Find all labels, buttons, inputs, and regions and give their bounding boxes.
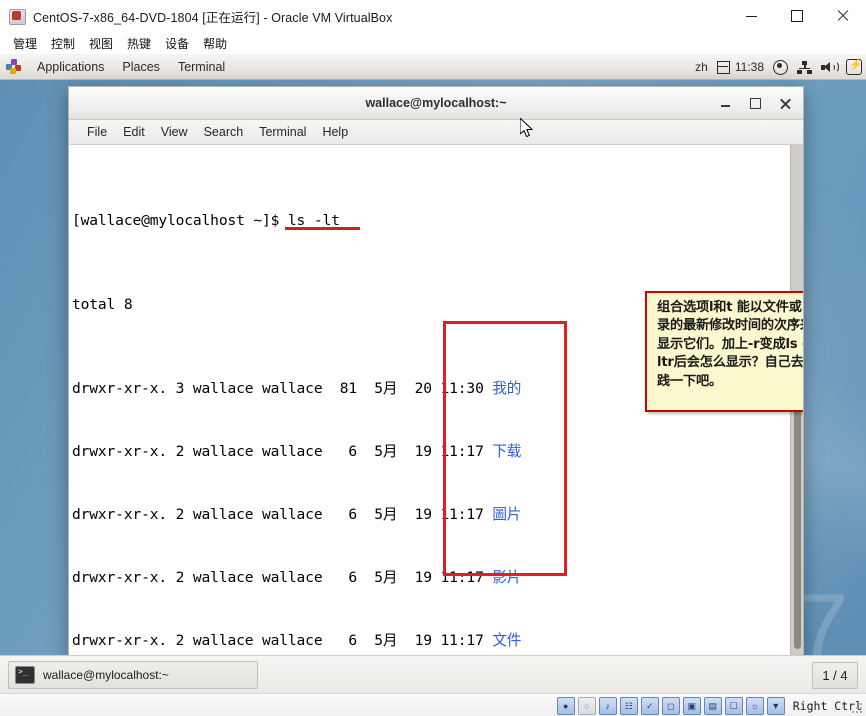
- remote-desktop-icon[interactable]: ▤: [703, 697, 722, 715]
- table-row: drwxr-xr-x. 2 wallace wallace 6 5月 19 11…: [72, 441, 803, 462]
- close-icon: [837, 10, 849, 22]
- annotation-callout-text: 组合选项l和t 能以文件或目录的最新修改时间的次序来显示它们。加上-r变成ls …: [657, 300, 803, 389]
- hard-disk-icon[interactable]: ●: [556, 697, 575, 715]
- clock-text: 11:38: [734, 60, 764, 74]
- row-filename: 我的: [492, 380, 522, 397]
- terminal-menu-terminal[interactable]: Terminal: [251, 123, 314, 141]
- window-resize-grip[interactable]: [852, 703, 864, 715]
- virtualbox-titlebar: CentOS-7-x86_64-DVD-1804 [正在运行] - Oracle…: [0, 0, 866, 33]
- keyboard-icon[interactable]: ▼: [766, 697, 785, 715]
- network-icon[interactable]: [797, 60, 812, 74]
- terminal-menu-search[interactable]: Search: [196, 123, 252, 141]
- row-filename: 圖片: [492, 506, 522, 523]
- gnome-top-panel: Applications Places Terminal zh 11:38: [0, 54, 866, 80]
- terminal-minimize-button[interactable]: [711, 91, 739, 115]
- terminal-window: wallace@mylocalhost:~ File Edit View Sea…: [68, 86, 804, 655]
- maximize-icon: [791, 10, 803, 22]
- row-filename: 影片: [492, 569, 522, 586]
- table-row: drwxr-xr-x. 2 wallace wallace 6 5月 19 11…: [72, 504, 803, 525]
- terminal-window-controls: [711, 87, 799, 119]
- table-row: drwxr-xr-x. 2 wallace wallace 6 5月 19 11…: [72, 567, 803, 588]
- usb-icon[interactable]: ✓: [640, 697, 659, 715]
- workspace-indicator[interactable]: 1 / 4: [812, 662, 858, 689]
- vbox-menu-hotkeys[interactable]: 热键: [120, 33, 158, 54]
- gnome-applications-icon: [6, 58, 22, 75]
- row-meta: drwxr-xr-x. 2 wallace wallace 6 5月 19 11…: [72, 443, 493, 460]
- shell-prompt: [wallace@mylocalhost ~]$: [72, 212, 288, 229]
- mouse-integration-icon[interactable]: ☼: [745, 697, 764, 715]
- row-filename: 文件: [492, 632, 522, 649]
- row-meta: drwxr-xr-x. 2 wallace wallace 6 5月 19 11…: [72, 506, 493, 523]
- screen-root: CentOS-7-x86_64-DVD-1804 [正在运行] - Oracle…: [0, 0, 866, 716]
- row-meta: drwxr-xr-x. 3 wallace wallace 81 5月 20 1…: [72, 380, 493, 397]
- vbox-menu-help[interactable]: 帮助: [196, 33, 234, 54]
- virtualbox-menubar: 管理 控制 视图 热键 设备 帮助: [0, 32, 866, 54]
- terminal-line-prompt-command: [wallace@mylocalhost ~]$ ls -lt: [72, 210, 803, 231]
- display-icon[interactable]: ▣: [682, 697, 701, 715]
- video-capture-icon[interactable]: ☐: [724, 697, 743, 715]
- vbox-minimize-button[interactable]: [728, 0, 774, 32]
- terminal-menubar: File Edit View Search Terminal Help: [69, 120, 803, 145]
- gnome-panel-left: Applications Places Terminal: [0, 57, 234, 77]
- taskbar-item-label: wallace@mylocalhost:~: [43, 667, 169, 682]
- terminal-menu-view[interactable]: View: [153, 123, 196, 141]
- virtualbox-status-icons: ● ○ ♪ ☷ ✓ ◻ ▣ ▤ ☐ ☼ ▼ Right Ctrl: [556, 697, 862, 715]
- gnome-menu-places[interactable]: Places: [113, 57, 169, 77]
- vbox-menu-manage[interactable]: 管理: [6, 33, 44, 54]
- terminal-output-area[interactable]: [wallace@mylocalhost ~]$ ls -lt total 8 …: [69, 145, 803, 655]
- virtualbox-app-icon: [8, 7, 26, 25]
- close-icon: [780, 98, 791, 109]
- guest-screen: 7 TOS Applications Places Terminal zh 11…: [0, 54, 866, 655]
- gnome-panel-right: zh 11:38: [695, 54, 863, 80]
- gnome-menu-applications[interactable]: Applications: [28, 57, 113, 77]
- terminal-menu-file[interactable]: File: [79, 123, 115, 141]
- vbox-menu-devices[interactable]: 设备: [158, 33, 196, 54]
- shared-folder-icon[interactable]: ◻: [661, 697, 680, 715]
- optical-disk-icon[interactable]: ○: [577, 697, 596, 715]
- gnome-menu-terminal[interactable]: Terminal: [169, 57, 234, 77]
- network-icon[interactable]: ☷: [619, 697, 638, 715]
- terminal-scrollbar-thumb[interactable]: [794, 392, 801, 649]
- terminal-icon: [15, 665, 35, 684]
- input-method-indicator[interactable]: zh: [695, 60, 708, 74]
- accessibility-icon[interactable]: [773, 59, 788, 75]
- ls-lt-underline: [285, 227, 360, 230]
- row-meta: drwxr-xr-x. 2 wallace wallace 6 5月 19 11…: [72, 632, 493, 649]
- taskbar-item-terminal[interactable]: wallace@mylocalhost:~: [8, 660, 258, 689]
- gnome-bottom-panel: wallace@mylocalhost:~ 1 / 4: [0, 655, 866, 693]
- table-row: drwxr-xr-x. 2 wallace wallace 6 5月 19 11…: [72, 630, 803, 651]
- terminal-menu-edit[interactable]: Edit: [115, 123, 153, 141]
- row-filename: 下载: [492, 443, 522, 460]
- vbox-menu-control[interactable]: 控制: [44, 33, 82, 54]
- annotation-callout: 组合选项l和t 能以文件或目录的最新修改时间的次序来显示它们。加上-r变成ls …: [645, 291, 803, 412]
- terminal-title: wallace@mylocalhost:~: [365, 96, 507, 110]
- virtualbox-statusbar: ● ○ ♪ ☷ ✓ ◻ ▣ ▤ ☐ ☼ ▼ Right Ctrl: [0, 693, 866, 716]
- clock-indicator[interactable]: 11:38: [716, 60, 764, 74]
- virtualbox-window-title: CentOS-7-x86_64-DVD-1804 [正在运行] - Oracle…: [33, 10, 393, 25]
- terminal-menu-help[interactable]: Help: [314, 123, 356, 141]
- minimize-icon: [720, 105, 730, 107]
- virtualbox-window-controls: [728, 0, 866, 32]
- row-meta: drwxr-xr-x. 2 wallace wallace 6 5月 19 11…: [72, 569, 493, 586]
- volume-icon[interactable]: [821, 61, 839, 74]
- vbox-menu-view[interactable]: 视图: [82, 33, 120, 54]
- vbox-maximize-button[interactable]: [774, 0, 820, 32]
- audio-icon[interactable]: ♪: [598, 697, 617, 715]
- maximize-icon: [749, 97, 761, 109]
- terminal-titlebar[interactable]: wallace@mylocalhost:~: [69, 87, 803, 120]
- minimize-icon: [745, 15, 757, 17]
- battery-icon[interactable]: [846, 58, 863, 75]
- terminal-maximize-button[interactable]: [741, 91, 769, 115]
- terminal-close-button[interactable]: [771, 91, 799, 115]
- calendar-icon: [716, 60, 730, 74]
- vbox-close-button[interactable]: [820, 0, 866, 32]
